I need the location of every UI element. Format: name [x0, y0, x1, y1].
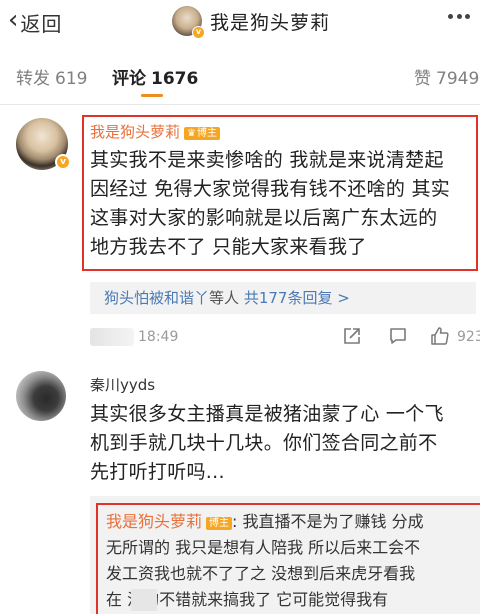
- page-title-group: v 我是狗头萝莉: [172, 4, 331, 39]
- share-icon[interactable]: [342, 326, 362, 346]
- crown-icon: ♛: [187, 128, 196, 139]
- reply-line-text: : 我直播不是为了赚钱 分成: [232, 512, 424, 531]
- blur-overlay: [64, 8, 108, 34]
- tab-comment-count: 1676: [151, 69, 199, 89]
- username-text: 我是狗头萝莉: [90, 123, 181, 141]
- verified-badge-icon: v: [55, 154, 71, 170]
- tab-comment-label: 评论: [112, 69, 146, 89]
- comment-line: 其实我不是来卖惨啥的 我就是来说清楚起: [90, 149, 444, 171]
- tab-bar: 转发 619 评论 1676 赞 7949: [0, 56, 480, 100]
- comment-line: 地方我去不了 只能大家来看我了: [90, 236, 367, 258]
- avatar[interactable]: v: [172, 6, 205, 39]
- host-badge: 博主: [206, 517, 233, 530]
- active-tab-indicator: [141, 94, 163, 97]
- comment-line: 这事对大家的影响就是以后离广东太远的: [90, 207, 438, 229]
- tab-forward-count: 619: [55, 69, 88, 89]
- page-title: 我是狗头萝莉: [210, 11, 331, 34]
- replies-names: 狗头怕被和谐丫: [104, 289, 210, 307]
- avatar[interactable]: [16, 371, 66, 421]
- replies-total: 共177条回复 >: [243, 289, 350, 307]
- comment-username[interactable]: 我是狗头萝莉 ♛博主: [90, 121, 220, 142]
- divider: [0, 104, 480, 105]
- host-badge: ♛博主: [184, 127, 220, 140]
- back-button[interactable]: ‹ 返回: [8, 5, 63, 36]
- more-icon[interactable]: [448, 14, 470, 20]
- replies-link[interactable]: 狗头怕被和谐丫等人 共177条回复 >: [104, 287, 350, 308]
- tab-comment[interactable]: 评论 1676: [112, 64, 198, 89]
- comment-line: 机到手就几块十几块。你们签合同之前不: [90, 432, 438, 454]
- tab-forward[interactable]: 转发 619: [16, 64, 87, 89]
- reply-line: 发工资我也就不了了之 没想到后来虎牙看我: [106, 564, 416, 583]
- replies-mid: 等人: [209, 289, 240, 307]
- comment-line: 先打听打听吗...: [90, 461, 225, 483]
- comment-text: 其实我不是来卖惨啥的 我就是来说清楚起 因经过 免得大家觉得我有钱不还啥的 其实…: [90, 146, 450, 262]
- back-label: 返回: [20, 11, 63, 36]
- comment-line: 其实很多女主播真是被猪油蒙了心 一个飞: [90, 403, 444, 425]
- comment-time: 18:49: [138, 329, 179, 345]
- tab-like-label: 赞: [414, 69, 431, 89]
- comment-text: 其实很多女主播真是被猪油蒙了心 一个飞 机到手就几块十几块。你们签合同之前不 先…: [90, 400, 444, 487]
- replies-preview[interactable]: 狗头怕被和谐丫等人 共177条回复 >: [90, 282, 476, 314]
- comment-username[interactable]: 秦川yyds: [90, 374, 155, 395]
- tab-like-count: 7949: [436, 69, 480, 89]
- comment-line: 因经过 免得大家觉得我有钱不还啥的 其实: [90, 178, 451, 200]
- reply-author[interactable]: 我是狗头萝莉: [106, 512, 202, 531]
- host-badge-label: 博主: [196, 128, 217, 139]
- tab-like[interactable]: 赞 7949: [414, 64, 479, 89]
- blur-overlay: [131, 589, 157, 611]
- thumbs-up-icon[interactable]: [430, 326, 450, 346]
- comment-meta: 18:49 923: [90, 324, 480, 350]
- like-count: 923: [457, 329, 480, 345]
- tab-forward-label: 转发: [16, 69, 50, 89]
- reply-line: 我是狗头萝莉 博主: 我直播不是为了赚钱 分成: [106, 509, 424, 535]
- top-bar: ‹ 返回 v 我是狗头萝莉: [0, 0, 480, 44]
- verified-badge-icon: v: [192, 26, 205, 39]
- chevron-left-icon: ‹: [8, 5, 19, 35]
- comment-icon[interactable]: [388, 326, 408, 346]
- reply-line: 无所谓的 我只是想有人陪我 所以后来工会不: [106, 538, 421, 557]
- blur-overlay: [90, 328, 134, 346]
